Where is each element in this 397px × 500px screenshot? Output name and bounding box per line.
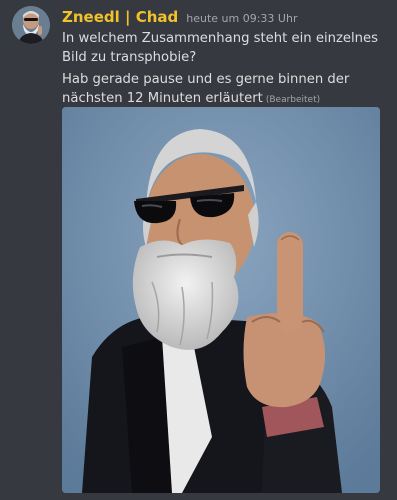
avatar[interactable]: [12, 6, 50, 44]
chat-message: Zneedl | Chad heute um 09:33 Uhr In welc…: [0, 0, 397, 500]
message-header: Zneedl | Chad heute um 09:33 Uhr: [62, 8, 389, 28]
message-line-1: In welchem Zusammenhang steht ein einzel…: [62, 31, 379, 65]
edited-label: (Bearbeitet): [265, 94, 321, 105]
message-content: In welchem Zusammenhang steht ein einzel…: [62, 30, 387, 113]
photo-man-middle-finger: [62, 107, 380, 493]
avatar-image: [12, 6, 50, 44]
image-attachment[interactable]: [62, 107, 380, 493]
username[interactable]: Zneedl | Chad: [62, 8, 178, 26]
timestamp: heute um 09:33 Uhr: [186, 12, 298, 25]
message-line-2: Hab gerade pause und es gerne binnen der…: [62, 71, 387, 109]
